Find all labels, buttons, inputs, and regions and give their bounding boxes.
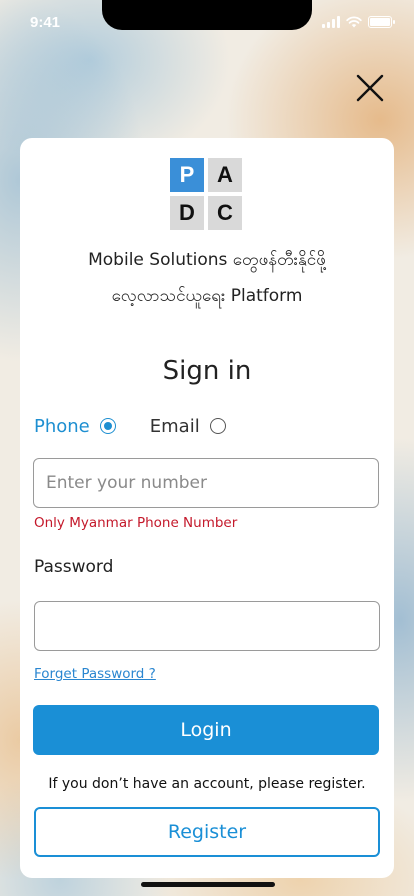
wifi-icon — [346, 16, 362, 28]
logo-letter-c: C — [208, 196, 242, 230]
tagline-line-2: လေ့လာသင်ယူရေး Platform — [111, 286, 303, 306]
page-title: Sign in — [162, 356, 252, 386]
status-icons — [322, 16, 395, 28]
login-button[interactable]: Login — [33, 705, 379, 755]
radio-email[interactable] — [209, 418, 226, 434]
password-label: Password — [34, 557, 114, 577]
close-button[interactable] — [352, 70, 388, 106]
login-method-selector: Phone Email — [34, 414, 260, 438]
radio-option-phone[interactable]: Phone — [34, 416, 116, 437]
register-note: If you don’t have an account, please reg… — [48, 776, 366, 792]
radio-option-email[interactable]: Email — [150, 416, 226, 437]
tagline-line-1: Mobile Solutions တွေဖန်တီးနိုင်ဖို့ — [88, 250, 326, 270]
tagline: Mobile Solutions တွေဖန်တီးနိုင်ဖို့ လေ့လ… — [20, 242, 394, 314]
logo-letter-d: D — [170, 196, 204, 230]
radio-label-phone: Phone — [34, 415, 90, 437]
phone-hint-text: Only Myanmar Phone Number — [34, 515, 238, 531]
sign-in-card: P A D C Mobile Solutions တွေဖန်တီးနိုင်ဖ… — [20, 138, 394, 878]
logo-letter-a: A — [208, 158, 242, 192]
radio-label-email: Email — [149, 415, 200, 437]
status-time: 9:41 — [30, 13, 61, 31]
battery-icon — [368, 16, 395, 28]
register-button[interactable]: Register — [34, 807, 380, 857]
phone-number-input[interactable] — [33, 458, 379, 508]
close-icon — [356, 74, 384, 102]
device-notch — [102, 0, 312, 30]
logo-letter-p: P — [170, 158, 204, 192]
cellular-signal-icon — [322, 16, 340, 28]
password-input[interactable] — [34, 601, 380, 651]
forgot-password-link[interactable]: Forget Password ? — [34, 666, 156, 682]
padc-logo: P A D C — [170, 158, 242, 230]
radio-phone[interactable] — [99, 418, 116, 434]
home-indicator[interactable] — [141, 882, 275, 887]
